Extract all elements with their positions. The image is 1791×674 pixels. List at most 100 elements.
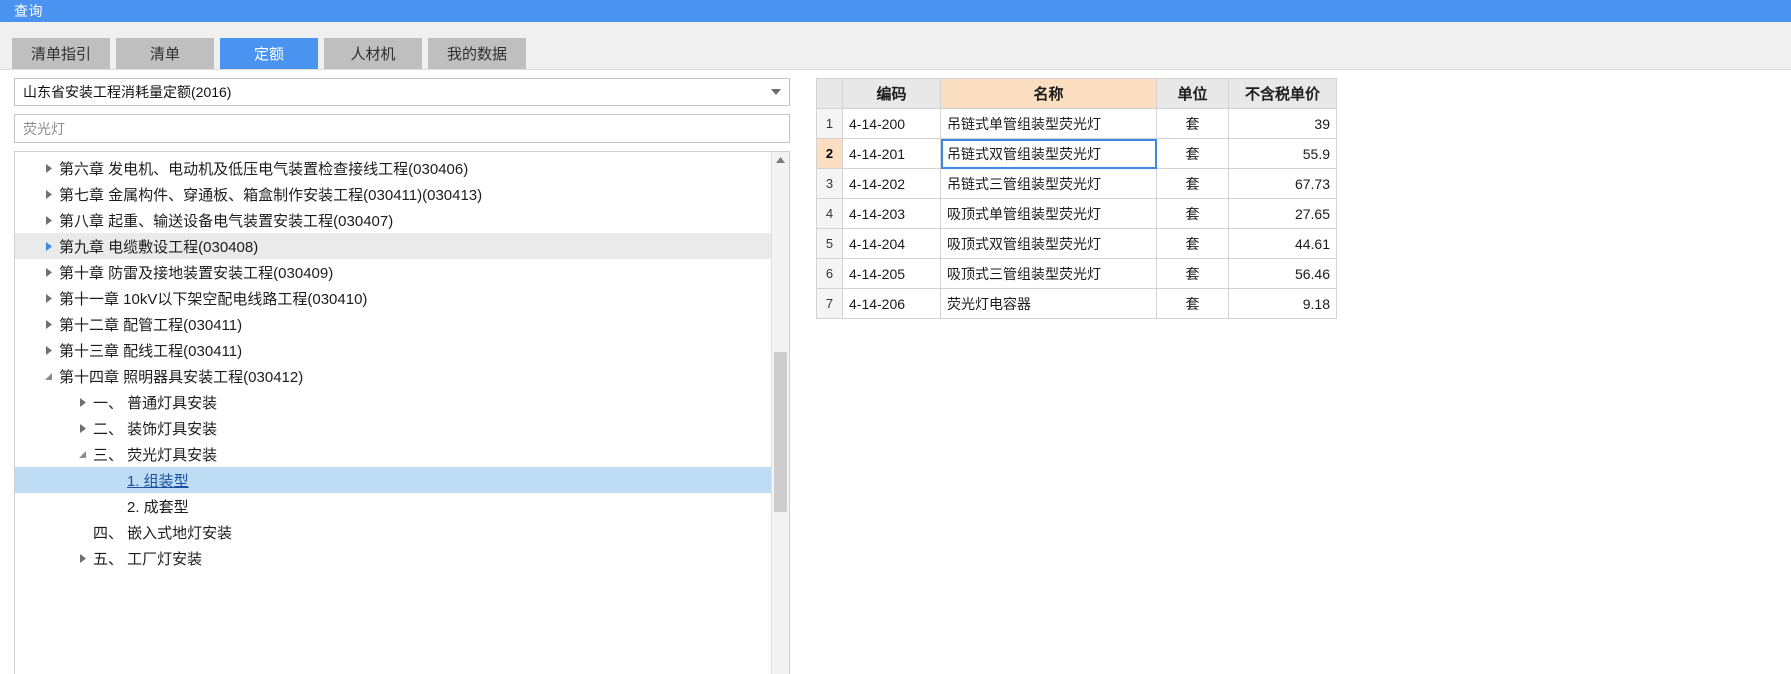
tree-item[interactable]: 第十二章 配管工程(030411) xyxy=(15,311,771,337)
tab-0[interactable]: 清单指引 xyxy=(12,38,110,69)
chevron-right-icon[interactable] xyxy=(73,545,91,571)
cell-code[interactable]: 4-14-205 xyxy=(842,258,941,289)
chevron-right-icon[interactable] xyxy=(73,389,91,415)
tab-3[interactable]: 人材机 xyxy=(324,38,422,69)
chevron-down-icon[interactable] xyxy=(73,441,91,467)
tree-scrollbar-thumb[interactable] xyxy=(774,352,787,512)
quota-table-header: 编码 名称 单位 不含税单价 xyxy=(816,78,1337,109)
search-input-wrapper[interactable]: 荧光灯 xyxy=(14,114,790,143)
tab-4[interactable]: 我的数据 xyxy=(428,38,526,69)
cell-code[interactable]: 4-14-206 xyxy=(842,288,941,319)
tab-label: 清单指引 xyxy=(30,46,91,63)
cell-price[interactable]: 9.18 xyxy=(1228,288,1337,319)
cell-unit[interactable]: 套 xyxy=(1156,258,1229,289)
cell-unit[interactable]: 套 xyxy=(1156,198,1229,229)
tree-item-label: 四、 嵌入式地灯安装 xyxy=(93,524,233,542)
cell-idx[interactable]: 3 xyxy=(816,168,843,199)
library-select[interactable]: 山东省安装工程消耗量定额(2016) xyxy=(14,78,790,106)
table-row[interactable]: 6 4-14-205 吸顶式三管组装型荧光灯套 56.46 xyxy=(816,258,1337,289)
tree-item[interactable]: 第七章 金属构件、穿通板、箱盒制作安装工程(030411)(030413) xyxy=(15,181,771,207)
cell-idx[interactable]: 4 xyxy=(816,198,843,229)
tree-item[interactable]: 三、 荧光灯具安装 xyxy=(15,441,771,467)
cell-code[interactable]: 4-14-203 xyxy=(842,198,941,229)
cell-price[interactable]: 55.9 xyxy=(1228,138,1337,169)
cell-name[interactable]: 吸顶式双管组装型荧光灯 xyxy=(940,228,1157,259)
chevron-right-icon[interactable] xyxy=(73,415,91,441)
chevron-right-icon[interactable] xyxy=(39,259,57,285)
cell-idx[interactable]: 1 xyxy=(816,108,843,139)
table-row[interactable]: 1 4-14-200 吊链式单管组装型荧光灯套 39 xyxy=(816,108,1337,139)
cell-name[interactable]: 吊链式单管组装型荧光灯 xyxy=(940,108,1157,139)
table-row[interactable]: 5 4-14-204 吸顶式双管组装型荧光灯套 44.61 xyxy=(816,228,1337,259)
tree-item[interactable]: 四、 嵌入式地灯安装 xyxy=(15,519,771,545)
cell-idx[interactable]: 5 xyxy=(816,228,843,259)
scroll-up-icon[interactable] xyxy=(772,152,789,168)
chevron-right-icon[interactable] xyxy=(39,233,57,259)
tab-label: 清单 xyxy=(149,46,180,63)
table-row[interactable]: 3 4-14-202 吊链式三管组装型荧光灯套 67.73 xyxy=(816,168,1337,199)
chevron-down-icon[interactable] xyxy=(39,363,57,389)
cell-name[interactable]: 吸顶式三管组装型荧光灯 xyxy=(940,258,1157,289)
table-row[interactable]: 2 4-14-201 吊链式双管组装型荧光灯套 55.9 xyxy=(816,138,1337,169)
tree-item[interactable]: 1. 组装型 xyxy=(15,467,771,493)
table-row[interactable]: 7 4-14-206 荧光灯电容器套 9.18 xyxy=(816,288,1337,319)
cell-unit[interactable]: 套 xyxy=(1156,228,1229,259)
tree-item[interactable]: 第九章 电缆敷设工程(030408) xyxy=(15,233,771,259)
column-header-idx[interactable] xyxy=(816,78,843,109)
tree-item[interactable]: 一、 普通灯具安装 xyxy=(15,389,771,415)
tree-item[interactable]: 第十章 防雷及接地装置安装工程(030409) xyxy=(15,259,771,285)
cell-unit[interactable]: 套 xyxy=(1156,138,1229,169)
column-header-code[interactable]: 编码 xyxy=(842,78,941,109)
tree-item[interactable]: 第十一章 10kV以下架空配电线路工程(030410) xyxy=(15,285,771,311)
cell-code[interactable]: 4-14-201 xyxy=(842,138,941,169)
cell-unit[interactable]: 套 xyxy=(1156,288,1229,319)
quota-table: 编码 名称 单位 不含税单价 1 4-14-200 吊链式单管组装型荧光灯套 39 2 4-14… xyxy=(816,78,1337,319)
right-pane: 编码 名称 单位 不含税单价 1 4-14-200 吊链式单管组装型荧光灯套 39 2 4-14… xyxy=(800,70,1791,674)
chevron-right-icon[interactable] xyxy=(39,207,57,233)
cell-price[interactable]: 44.61 xyxy=(1228,228,1337,259)
column-header-name[interactable]: 名称 xyxy=(940,78,1157,109)
cell-name[interactable]: 荧光灯电容器 xyxy=(940,288,1157,319)
chevron-down-icon[interactable] xyxy=(769,85,783,99)
tree-scrollbar[interactable] xyxy=(771,152,789,674)
cell-name[interactable]: 吸顶式单管组装型荧光灯 xyxy=(940,198,1157,229)
cell-name[interactable]: 吊链式三管组装型荧光灯 xyxy=(940,168,1157,199)
tab-strip: 清单指引 清单 定额 人材机 我的数据 xyxy=(0,22,1791,70)
cell-idx[interactable]: 2 xyxy=(816,138,843,169)
tree-item[interactable]: 2. 成套型 xyxy=(15,493,771,519)
chevron-right-icon[interactable] xyxy=(39,155,57,181)
cell-code[interactable]: 4-14-204 xyxy=(842,228,941,259)
column-header-price[interactable]: 不含税单价 xyxy=(1228,78,1337,109)
chevron-right-icon[interactable] xyxy=(39,181,57,207)
cell-price[interactable]: 67.73 xyxy=(1228,168,1337,199)
tab-1[interactable]: 清单 xyxy=(116,38,214,69)
cell-code[interactable]: 4-14-202 xyxy=(842,168,941,199)
cell-name[interactable]: 吊链式双管组装型荧光灯 xyxy=(940,138,1157,169)
cell-unit[interactable]: 套 xyxy=(1156,108,1229,139)
tree-item[interactable]: 五、 工厂灯安装 xyxy=(15,545,771,571)
chevron-right-icon[interactable] xyxy=(39,285,57,311)
cell-idx[interactable]: 6 xyxy=(816,258,843,289)
search-input[interactable]: 荧光灯 xyxy=(23,119,65,139)
cell-code[interactable]: 4-14-200 xyxy=(842,108,941,139)
cell-unit[interactable]: 套 xyxy=(1156,168,1229,199)
cell-price[interactable]: 39 xyxy=(1228,108,1337,139)
tree-item-label: 第六章 发电机、电动机及低压电气装置检查接线工程(030406) xyxy=(59,160,469,178)
tree-item[interactable]: 第十四章 照明器具安装工程(030412) xyxy=(15,363,771,389)
chevron-right-icon[interactable] xyxy=(39,311,57,337)
table-row[interactable]: 4 4-14-203 吸顶式单管组装型荧光灯套 27.65 xyxy=(816,198,1337,229)
cell-price[interactable]: 56.46 xyxy=(1228,258,1337,289)
tree-item[interactable]: 第十三章 配线工程(030411) xyxy=(15,337,771,363)
tab-2[interactable]: 定额 xyxy=(220,38,318,69)
tree-item[interactable]: 二、 装饰灯具安装 xyxy=(15,415,771,441)
quota-table-header-row: 编码 名称 单位 不含税单价 xyxy=(816,78,1337,109)
tree-item-label: 第十二章 配管工程(030411) xyxy=(59,316,243,334)
cell-idx[interactable]: 7 xyxy=(816,288,843,319)
tree-item[interactable]: 第八章 起重、输送设备电气装置安装工程(030407) xyxy=(15,207,771,233)
cell-price[interactable]: 27.65 xyxy=(1228,198,1337,229)
column-header-unit[interactable]: 单位 xyxy=(1156,78,1229,109)
chevron-right-icon[interactable] xyxy=(39,337,57,363)
category-tree-panel: 第六章 发电机、电动机及低压电气装置检查接线工程(030406) 第七章 金属构件… xyxy=(14,151,790,674)
tab-label: 我的数据 xyxy=(446,46,507,63)
tree-item[interactable]: 第六章 发电机、电动机及低压电气装置检查接线工程(030406) xyxy=(15,155,771,181)
